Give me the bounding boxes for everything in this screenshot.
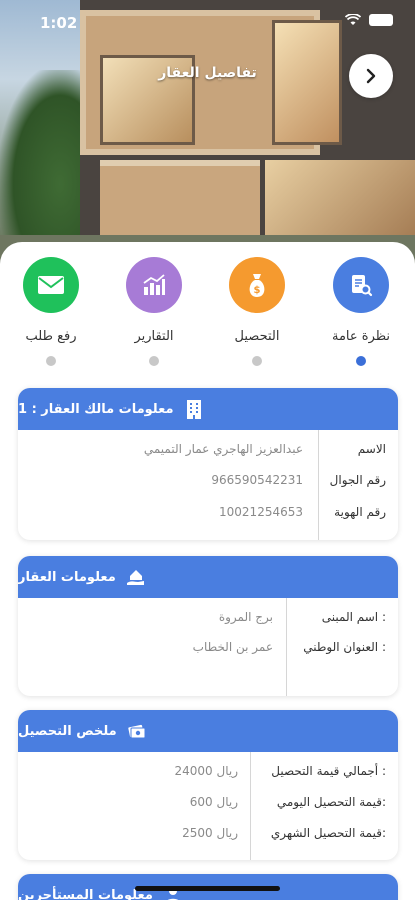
owner-phone-value: 966590542231 xyxy=(211,473,303,487)
home-indicator xyxy=(135,886,280,891)
tab-submit-request[interactable]: رفع طلب xyxy=(1,257,101,372)
tab-reports[interactable]: التقارير xyxy=(104,257,204,372)
status-icons xyxy=(345,14,393,26)
house-hand-icon xyxy=(126,567,146,587)
monthly-collection-value: 2500 ريال xyxy=(182,826,238,840)
owner-name-row: الاسم عبدالعزيز الهاجري عمار التميمي xyxy=(18,442,398,462)
property-card-title: معلومات العقار xyxy=(18,569,116,585)
national-address-key: العنوان الوطني : xyxy=(303,640,386,654)
collection-card-title: ملخص التحصيل xyxy=(18,723,117,739)
building-name-value: برج المروة xyxy=(218,610,273,624)
collection-card-header: ملخص التحصيل xyxy=(18,710,398,752)
owner-info-card: معلومات مالك العقار : 1 الاسم عبدالعزيز … xyxy=(18,388,398,540)
property-card-header: معلومات العقار xyxy=(18,556,398,598)
tab-reports-label: التقارير xyxy=(134,329,174,344)
envelope-icon xyxy=(23,257,79,313)
total-collection-row: أجمالي قيمة التحصيل : 24000 ريال xyxy=(18,764,398,784)
chevron-right-icon xyxy=(366,68,376,84)
owner-id-value: 10021254653 xyxy=(219,505,303,519)
cash-icon xyxy=(127,721,147,741)
property-info-card: معلومات العقار اسم المبنى : برج المروة ا… xyxy=(18,556,398,696)
collection-summary-card: ملخص التحصيل أجمالي قيمة التحصيل : 24000… xyxy=(18,710,398,860)
tab-overview-label: نظرة عامة xyxy=(331,329,391,344)
tab-collection[interactable]: $ التحصيل xyxy=(207,257,307,372)
national-address-value: عمر بن الخطاب xyxy=(192,640,273,654)
owner-phone-key: رقم الجوال xyxy=(329,473,386,487)
wifi-icon xyxy=(345,14,361,25)
property-card-body: اسم المبنى : برج المروة العنوان الوطني :… xyxy=(18,598,398,696)
tab-indicator-active xyxy=(356,356,366,366)
owner-card-body: الاسم عبدالعزيز الهاجري عمار التميمي رقم… xyxy=(18,430,398,540)
money-bag-icon: $ xyxy=(229,257,285,313)
total-collection-key: أجمالي قيمة التحصيل : xyxy=(271,764,386,778)
national-address-row: العنوان الوطني : عمر بن الخطاب xyxy=(18,640,398,660)
building-name-key: اسم المبنى : xyxy=(321,610,386,624)
status-bar: 1:02 xyxy=(0,0,415,44)
section-tabs: نظرة عامة $ التحصيل التقارير رفع طلب xyxy=(0,257,415,372)
daily-collection-value: 600 ريال xyxy=(189,795,238,809)
tenants-card-title: معلومات المستأجرين xyxy=(18,887,153,900)
details-sheet: نظرة عامة $ التحصيل التقارير رفع طلب معل… xyxy=(0,242,415,900)
daily-collection-key: قيمة التحصيل اليومي: xyxy=(276,795,386,809)
tab-indicator xyxy=(46,356,56,366)
building-name-row: اسم المبنى : برج المروة xyxy=(18,610,398,630)
document-search-icon xyxy=(333,257,389,313)
owner-id-key: رقم الهوية xyxy=(334,505,386,519)
monthly-collection-row: قيمة التحصيل الشهري: 2500 ريال xyxy=(18,826,398,846)
daily-collection-row: قيمة التحصيل اليومي: 600 ريال xyxy=(18,795,398,815)
collection-card-body: أجمالي قيمة التحصيل : 24000 ريال قيمة ال… xyxy=(18,752,398,860)
tab-indicator xyxy=(149,356,159,366)
owner-card-title: معلومات مالك العقار : 1 xyxy=(18,401,174,417)
owner-phone-row: رقم الجوال 966590542231 xyxy=(18,473,398,493)
tab-indicator xyxy=(252,356,262,366)
owner-name-key: الاسم xyxy=(357,442,386,456)
owner-name-value: عبدالعزيز الهاجري عمار التميمي xyxy=(143,442,303,456)
tab-submit-request-label: رفع طلب xyxy=(25,329,77,344)
battery-icon xyxy=(369,14,393,26)
svg-text:$: $ xyxy=(254,285,261,296)
owner-card-header: معلومات مالك العقار : 1 xyxy=(18,388,398,430)
tab-collection-label: التحصيل xyxy=(234,329,280,344)
tab-overview[interactable]: نظرة عامة xyxy=(311,257,411,372)
bar-chart-icon xyxy=(126,257,182,313)
status-time: 1:02 xyxy=(40,14,78,32)
owner-id-row: رقم الهوية 10021254653 xyxy=(18,505,398,525)
back-button[interactable] xyxy=(349,54,393,98)
monthly-collection-key: قيمة التحصيل الشهري: xyxy=(270,826,386,840)
total-collection-value: 24000 ريال xyxy=(174,764,238,778)
building-icon xyxy=(184,399,204,419)
